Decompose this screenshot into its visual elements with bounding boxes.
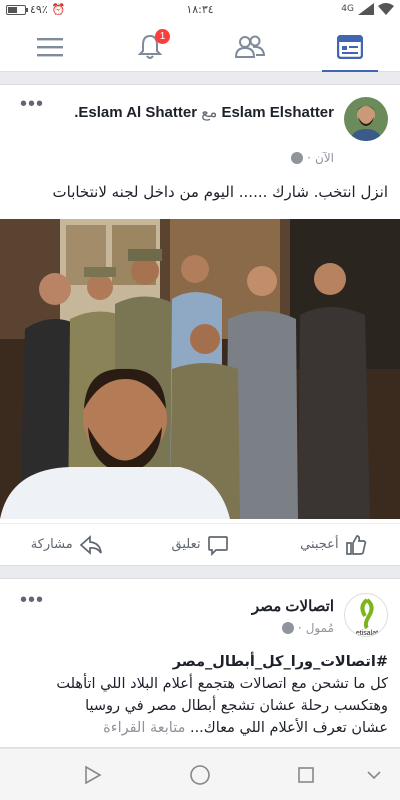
text-line: عشان تعرف الأعلام اللي معاك...	[189, 720, 388, 736]
share-label: مشاركة	[30, 537, 73, 552]
comment-button[interactable]: تعليق	[133, 524, 266, 565]
tagged-name[interactable]: Eslam Al Shatter.	[74, 104, 197, 121]
hide-nav-button[interactable]	[362, 763, 386, 787]
recents-square-icon	[298, 767, 314, 783]
advertiser-name[interactable]: اتصالات مصر	[74, 597, 334, 615]
etisalat-logo-text: etisalat	[356, 630, 378, 637]
nav-news-feed-tab[interactable]	[300, 22, 400, 72]
post-meta: الآن ·	[291, 151, 334, 165]
like-label: أعجبني	[300, 537, 339, 552]
group-selfie-photo[interactable]	[0, 219, 400, 519]
back-triangle-icon	[85, 765, 102, 785]
comment-icon	[207, 535, 228, 556]
chevron-down-icon	[367, 771, 381, 780]
share-button[interactable]: مشاركة	[0, 524, 133, 565]
nav-friends-tab[interactable]	[200, 22, 300, 72]
read-more-link[interactable]: متابعة القراءة	[103, 720, 185, 736]
feed-post: ••• Eslam Elshatter مع Eslam Al Shatter.…	[0, 84, 400, 566]
like-button[interactable]: أعجبني	[267, 524, 400, 565]
with-word: مع	[201, 104, 218, 121]
post-actions: أعجبني تعليق مشاركة	[0, 523, 400, 565]
wifi-icon	[378, 3, 394, 15]
notification-badge: 1	[155, 29, 170, 44]
nav-notifications-tab[interactable]: 1	[100, 22, 200, 72]
more-options-icon[interactable]: •••	[20, 589, 44, 612]
top-nav: 1	[0, 22, 400, 72]
nav-menu-tab[interactable]	[0, 22, 100, 72]
meta-separator: ·	[307, 151, 311, 165]
hashtag-link[interactable]: #اتصالات_ورا_كل_أبطال_مصر	[12, 651, 388, 673]
advertiser-avatar[interactable]: etisalat	[344, 593, 388, 637]
network-label: 4G	[341, 4, 354, 14]
comment-label: تعليق	[171, 537, 201, 552]
back-button[interactable]	[80, 763, 104, 787]
home-circle-icon	[190, 765, 210, 785]
meta-separator: ·	[297, 621, 302, 635]
globe-icon	[281, 622, 294, 634]
recents-button[interactable]	[294, 763, 318, 787]
text-line: كل ما تشحن مع اتصالات هتجمع أعلام البلاد…	[56, 676, 388, 692]
share-icon	[79, 534, 102, 555]
system-nav-bar	[0, 748, 400, 800]
status-bar: ٤٩٪ ⏰ ١٨:٣٤ 4G	[0, 0, 400, 22]
clock: ١٨:٣٤	[186, 3, 214, 16]
menu-icon	[37, 38, 63, 57]
globe-icon	[291, 152, 304, 164]
more-options-icon[interactable]: •••	[20, 93, 44, 116]
thumbs-up-icon	[345, 534, 366, 555]
post-author[interactable]: Eslam Elshatter مع Eslam Al Shatter.	[44, 103, 334, 121]
author-name[interactable]: Eslam Elshatter	[221, 104, 334, 121]
sponsored-label[interactable]: مُمول	[306, 621, 334, 635]
signal-icon	[358, 3, 374, 15]
text-line: وهتكسب رحلة عشان تشجع أبطال مصر في روسيا	[85, 698, 388, 714]
post-meta: مُمول ·	[281, 621, 334, 635]
avatar[interactable]	[344, 97, 388, 141]
friends-icon	[235, 35, 265, 58]
news-feed-icon	[337, 35, 363, 59]
home-button[interactable]	[188, 763, 212, 787]
post-text: انزل انتخب. شارك ...... اليوم من داخل لج…	[52, 183, 389, 201]
post-text: #اتصالات_ورا_كل_أبطال_مصر كل ما تشحن مع …	[12, 651, 388, 739]
post-time[interactable]: الآن	[315, 151, 334, 165]
sponsored-post: ••• etisalat اتصالات مصر مُمول · #اتصالا…	[0, 578, 400, 748]
